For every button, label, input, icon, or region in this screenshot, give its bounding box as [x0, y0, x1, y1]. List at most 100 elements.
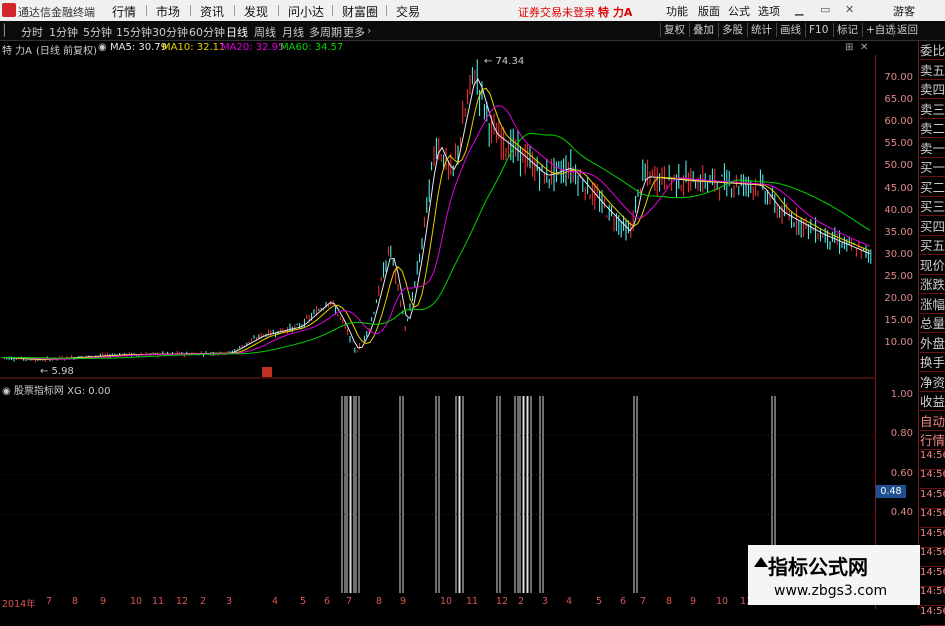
watermark-title: 指标公式网 — [768, 555, 868, 579]
quote-panel-item[interactable]: 卖四 — [920, 79, 945, 99]
kline-chart[interactable]: ← 74.34 ← 5.98 — [0, 55, 876, 596]
menu-quotes[interactable]: 行情 — [112, 3, 136, 20]
date-tick: 2014年 — [2, 599, 36, 610]
date-tick: 4 — [566, 596, 573, 607]
price-axis: 70.00 65.00 60.00 55.00 50.00 45.00 40.00 35.00… — [875, 55, 919, 609]
date-tick: 7 — [640, 596, 647, 607]
quote-panel-item[interactable]: 14:56 — [920, 508, 945, 528]
overlay-button[interactable]: 叠加 — [689, 23, 717, 37]
period-1min[interactable]: 1分钟 — [49, 24, 78, 40]
quote-panel-item[interactable]: 卖二 — [920, 118, 945, 138]
quote-panel-item[interactable]: 买四 — [920, 216, 945, 236]
menu-layout[interactable]: 版面 — [698, 3, 720, 19]
trade-login-warning[interactable]: 证券交易未登录 — [518, 4, 595, 20]
quote-panel-item[interactable]: 买三 — [920, 196, 945, 216]
price-tick: 70.00 — [884, 72, 913, 83]
low-price-marker: ← 5.98 — [40, 366, 74, 377]
quote-panel-item[interactable]: 净资 — [920, 372, 945, 392]
quote-panel-item[interactable]: 买五 — [920, 235, 945, 255]
draw-line-button[interactable]: 画线 — [776, 23, 804, 37]
f10-button[interactable]: F10 — [805, 23, 831, 37]
event-marker-icon — [262, 367, 272, 377]
period-60min[interactable]: 60分钟 — [189, 24, 225, 40]
quote-panel-item[interactable]: 委比 — [920, 40, 945, 60]
stock-name-title: 特 力A — [598, 6, 633, 19]
chart-expand-icon[interactable]: ⊞ — [845, 42, 853, 53]
menu-news[interactable]: 资讯 — [200, 3, 224, 20]
period-5min[interactable]: 5分钟 — [83, 24, 112, 40]
multi-stock-button[interactable]: 多股 — [718, 23, 746, 37]
date-tick: 3 — [542, 596, 549, 607]
quote-panel-item[interactable]: 14:56 — [920, 528, 945, 548]
date-tick: 10 — [716, 596, 729, 607]
quote-panel-item[interactable]: 行情 — [920, 430, 945, 450]
period-15min[interactable]: 15分钟 — [116, 24, 152, 40]
date-tick: 6 — [620, 596, 627, 607]
menu-functions[interactable]: 功能 — [666, 3, 688, 19]
date-tick: 5 — [596, 596, 603, 607]
restore-icon[interactable]: ▭ — [820, 3, 830, 16]
indicator-current-value: 0.48 — [876, 485, 906, 498]
quote-panel-item[interactable]: 收益 — [920, 391, 945, 411]
quote-panel-item[interactable]: 14:56 — [920, 547, 945, 567]
quote-panel-item[interactable]: 现价 — [920, 255, 945, 275]
chart-close-icon[interactable]: ✕ — [860, 42, 868, 53]
period-monthly[interactable]: 月线 — [282, 24, 304, 40]
period-weekly[interactable]: 周线 — [254, 24, 276, 40]
date-axis: 2014年 7 8 9 10 11 12 2 3 4 5 6 7 8 9 10 11 12 2 3 4 5 6 7 8 9 10 11 — [0, 596, 875, 610]
quote-panel-item[interactable]: 14:56 — [920, 450, 945, 470]
period-intraday[interactable]: 分时 — [21, 24, 43, 40]
quote-panel-item[interactable]: 买一 — [920, 157, 945, 177]
date-tick: 10 — [130, 596, 143, 607]
quote-panel-item[interactable]: 14:56 — [920, 586, 945, 606]
minimize-icon[interactable]: ▁ — [795, 3, 803, 16]
quote-panel-item[interactable]: 14:56 — [920, 489, 945, 509]
app-logo-icon — [2, 3, 16, 17]
watermark-url: www.zbgs3.com — [774, 583, 888, 599]
back-button[interactable]: 返回 — [893, 23, 921, 37]
quote-panel-item[interactable]: 换手 — [920, 352, 945, 372]
date-tick: 4 — [272, 596, 279, 607]
menu-ask[interactable]: 问小达 — [288, 3, 324, 20]
period-daily[interactable]: 日线 — [226, 24, 248, 40]
quote-panel-item[interactable]: 14:56 — [920, 567, 945, 587]
menu-trade[interactable]: 交易 — [396, 3, 420, 20]
period-multi[interactable]: 多周期 — [309, 24, 342, 40]
date-tick: 2 — [200, 596, 207, 607]
quote-panel-item[interactable]: 外盘 — [920, 333, 945, 353]
indicator-name: 股票指标网 — [13, 386, 64, 397]
period-more[interactable]: 更多 — [343, 24, 365, 40]
quote-panel-item[interactable]: 卖三 — [920, 99, 945, 119]
quote-panel-item[interactable]: 14:56 — [920, 469, 945, 489]
statistics-button[interactable]: 统计 — [747, 23, 775, 37]
user-guest[interactable]: 游客 — [893, 3, 915, 19]
menu-discover[interactable]: 发现 — [244, 3, 268, 20]
date-tick: 8 — [376, 596, 383, 607]
quote-panel-item[interactable]: 卖一 — [920, 138, 945, 158]
indicator-collapse-icon[interactable]: ◉ — [2, 386, 11, 397]
menu-market[interactable]: 市场 — [156, 3, 180, 20]
menu-options[interactable]: 选项 — [758, 3, 780, 19]
adjust-button[interactable]: 复权 — [660, 23, 688, 37]
price-tick: 60.00 — [884, 116, 913, 128]
menu-bar: 通达信金融终端 行情 市场 资讯 发现 问小达 财富圈 交易 证券交易未登录 特… — [0, 0, 945, 21]
collapse-icon[interactable]: ◉ — [98, 42, 107, 53]
date-tick: 12 — [496, 596, 509, 607]
quote-panel-item[interactable]: 涨幅 — [920, 294, 945, 314]
period-30min[interactable]: 30分钟 — [152, 24, 188, 40]
price-tick: 55.00 — [884, 138, 913, 150]
quote-panel-item[interactable]: 涨跌 — [920, 274, 945, 294]
quote-panel-item[interactable]: 买二 — [920, 177, 945, 197]
price-tick: 45.00 — [884, 182, 913, 194]
price-tick: 30.00 — [884, 248, 913, 260]
menu-formula[interactable]: 公式 — [728, 3, 750, 19]
price-tick: 10.00 — [884, 337, 913, 349]
close-icon[interactable]: ✕ — [845, 3, 854, 16]
quote-panel-item[interactable]: 卖五 — [920, 60, 945, 80]
menu-wealth[interactable]: 财富圈 — [342, 3, 378, 20]
quote-panel-item[interactable]: 总量 — [920, 313, 945, 333]
mark-button[interactable]: 标记 — [833, 23, 861, 37]
price-tick: 20.00 — [884, 293, 913, 304]
quote-panel-item[interactable]: 自动 — [920, 411, 945, 431]
more-chevron-icon[interactable]: › — [367, 24, 371, 37]
